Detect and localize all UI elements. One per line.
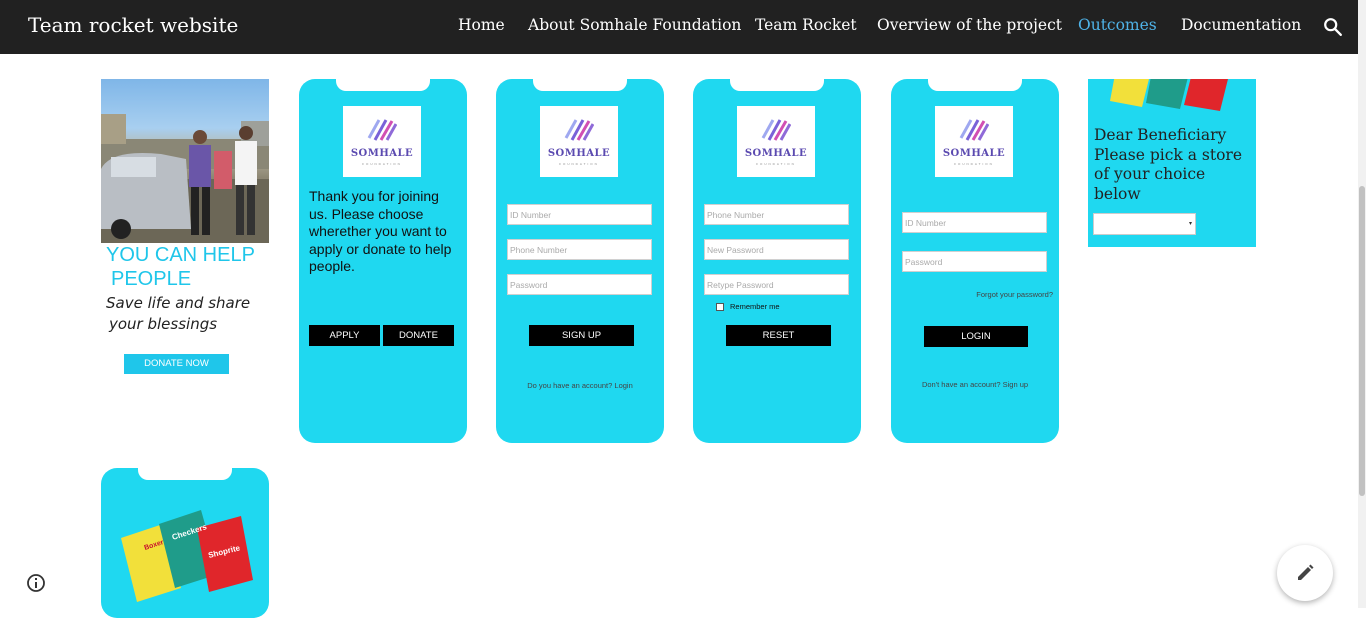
phone-number-field[interactable]: Phone Number (704, 204, 849, 225)
store-text-line1: Dear Beneficiary (1094, 126, 1227, 144)
new-password-field[interactable]: New Password (704, 239, 849, 260)
store-choice-screen-mockup: Dear Beneficiary Please pick a store of … (1088, 79, 1256, 247)
page-scrollbar[interactable] (1358, 0, 1366, 608)
volunteers-photo (101, 79, 269, 243)
logo-stripes-icon (367, 119, 397, 141)
info-icon[interactable] (26, 573, 46, 593)
phone-notch (533, 79, 627, 91)
phone-notch (730, 79, 824, 91)
help-heading: YOU CAN HELP PEOPLE (106, 243, 255, 291)
signup-screen-mockup: SOMHALE FOUNDATION ID Number Phone Numbe… (496, 79, 664, 443)
login-link[interactable]: Do you have an account? Login (496, 381, 664, 390)
welcome-screen-mockup: SOMHALE FOUNDATION Thank you for joining… (299, 79, 467, 443)
top-navigation-bar: Team rocket website Home About Somhale F… (0, 0, 1358, 54)
logo-tagline: FOUNDATION (954, 162, 994, 166)
nav-home[interactable]: Home (458, 16, 505, 34)
help-heading-line2: PEOPLE (111, 268, 192, 290)
somhale-logo: SOMHALE FOUNDATION (540, 106, 618, 177)
logo-tagline: FOUNDATION (559, 162, 599, 166)
remember-me-label: Remember me (730, 302, 780, 311)
logo-brand: SOMHALE (942, 148, 1006, 159)
id-number-field[interactable]: ID Number (902, 212, 1047, 233)
login-button[interactable]: LOGIN (924, 326, 1028, 347)
somhale-logo: SOMHALE FOUNDATION (737, 106, 815, 177)
site-title[interactable]: Team rocket website (28, 13, 238, 37)
store-text-line4: below (1094, 184, 1141, 203)
password-field[interactable]: Password (507, 274, 652, 295)
nav-about-somhale-foundation[interactable]: About Somhale Foundation (528, 16, 741, 34)
somhale-logo: SOMHALE FOUNDATION (343, 106, 421, 177)
store-vouchers-image: Boxer Checkers Shoprite (121, 510, 253, 602)
sign-up-button[interactable]: SIGN UP (529, 325, 634, 346)
reset-button[interactable]: RESET (726, 325, 831, 346)
help-heading-line1: YOU CAN HELP (106, 244, 255, 266)
password-field[interactable]: Password (902, 251, 1047, 272)
retype-password-field[interactable]: Retype Password (704, 274, 849, 295)
phone-number-field[interactable]: Phone Number (507, 239, 652, 260)
apply-button[interactable]: APPLY (309, 325, 380, 346)
nav-overview[interactable]: Overview of the project (877, 16, 1062, 34)
chevron-down-icon: ▾ (1188, 221, 1192, 227)
pencil-icon (1298, 564, 1314, 580)
login-screen-mockup: SOMHALE FOUNDATION ID Number Password Fo… (891, 79, 1059, 443)
edit-button[interactable] (1277, 545, 1333, 601)
reset-password-screen-mockup: SOMHALE FOUNDATION Phone Number New Pass… (693, 79, 861, 443)
forgot-password-link[interactable]: Forgot your password? (976, 290, 1053, 299)
sign-up-link[interactable]: Don't have an account? Sign up (891, 380, 1059, 389)
store-vouchers-image (1110, 79, 1228, 111)
nav-documentation[interactable]: Documentation (1181, 16, 1301, 34)
logo-brand: SOMHALE (744, 148, 808, 159)
phone-notch (928, 79, 1022, 91)
help-subtitle-line1: Save life and share (106, 294, 251, 312)
donate-button[interactable]: DONATE (383, 325, 454, 346)
store-text-line3: of your choice (1094, 165, 1206, 183)
donate-now-button[interactable]: DONATE NOW (124, 354, 229, 374)
logo-tagline: FOUNDATION (362, 162, 402, 166)
search-icon[interactable] (1322, 16, 1344, 38)
welcome-message: Thank you for joining us. Please choose … (309, 188, 452, 274)
logo-brand: SOMHALE (350, 148, 414, 159)
logo-stripes-icon (564, 119, 594, 141)
logo-stripes-icon (959, 119, 989, 141)
id-number-field[interactable]: ID Number (507, 204, 652, 225)
phone-notch (138, 468, 232, 480)
remember-me-checkbox[interactable] (716, 303, 724, 311)
help-subtitle: Save life and share your blessings (106, 293, 250, 335)
logo-tagline: FOUNDATION (756, 162, 796, 166)
vouchers-screen-mockup: Boxer Checkers Shoprite (101, 468, 269, 618)
logo-stripes-icon (761, 119, 791, 141)
nav-team-rocket[interactable]: Team Rocket (755, 16, 857, 34)
scrollbar-thumb[interactable] (1359, 186, 1365, 496)
nav-outcomes[interactable]: Outcomes (1078, 16, 1157, 34)
help-subtitle-line2: your blessings (109, 315, 218, 333)
store-choice-text: Dear Beneficiary Please pick a store of … (1094, 126, 1242, 204)
logo-brand: SOMHALE (547, 148, 611, 159)
somhale-logo: SOMHALE FOUNDATION (935, 106, 1013, 177)
store-select-dropdown[interactable]: ▾ (1093, 213, 1196, 235)
phone-notch (336, 79, 430, 91)
store-text-line2: Please pick a store (1094, 145, 1242, 164)
